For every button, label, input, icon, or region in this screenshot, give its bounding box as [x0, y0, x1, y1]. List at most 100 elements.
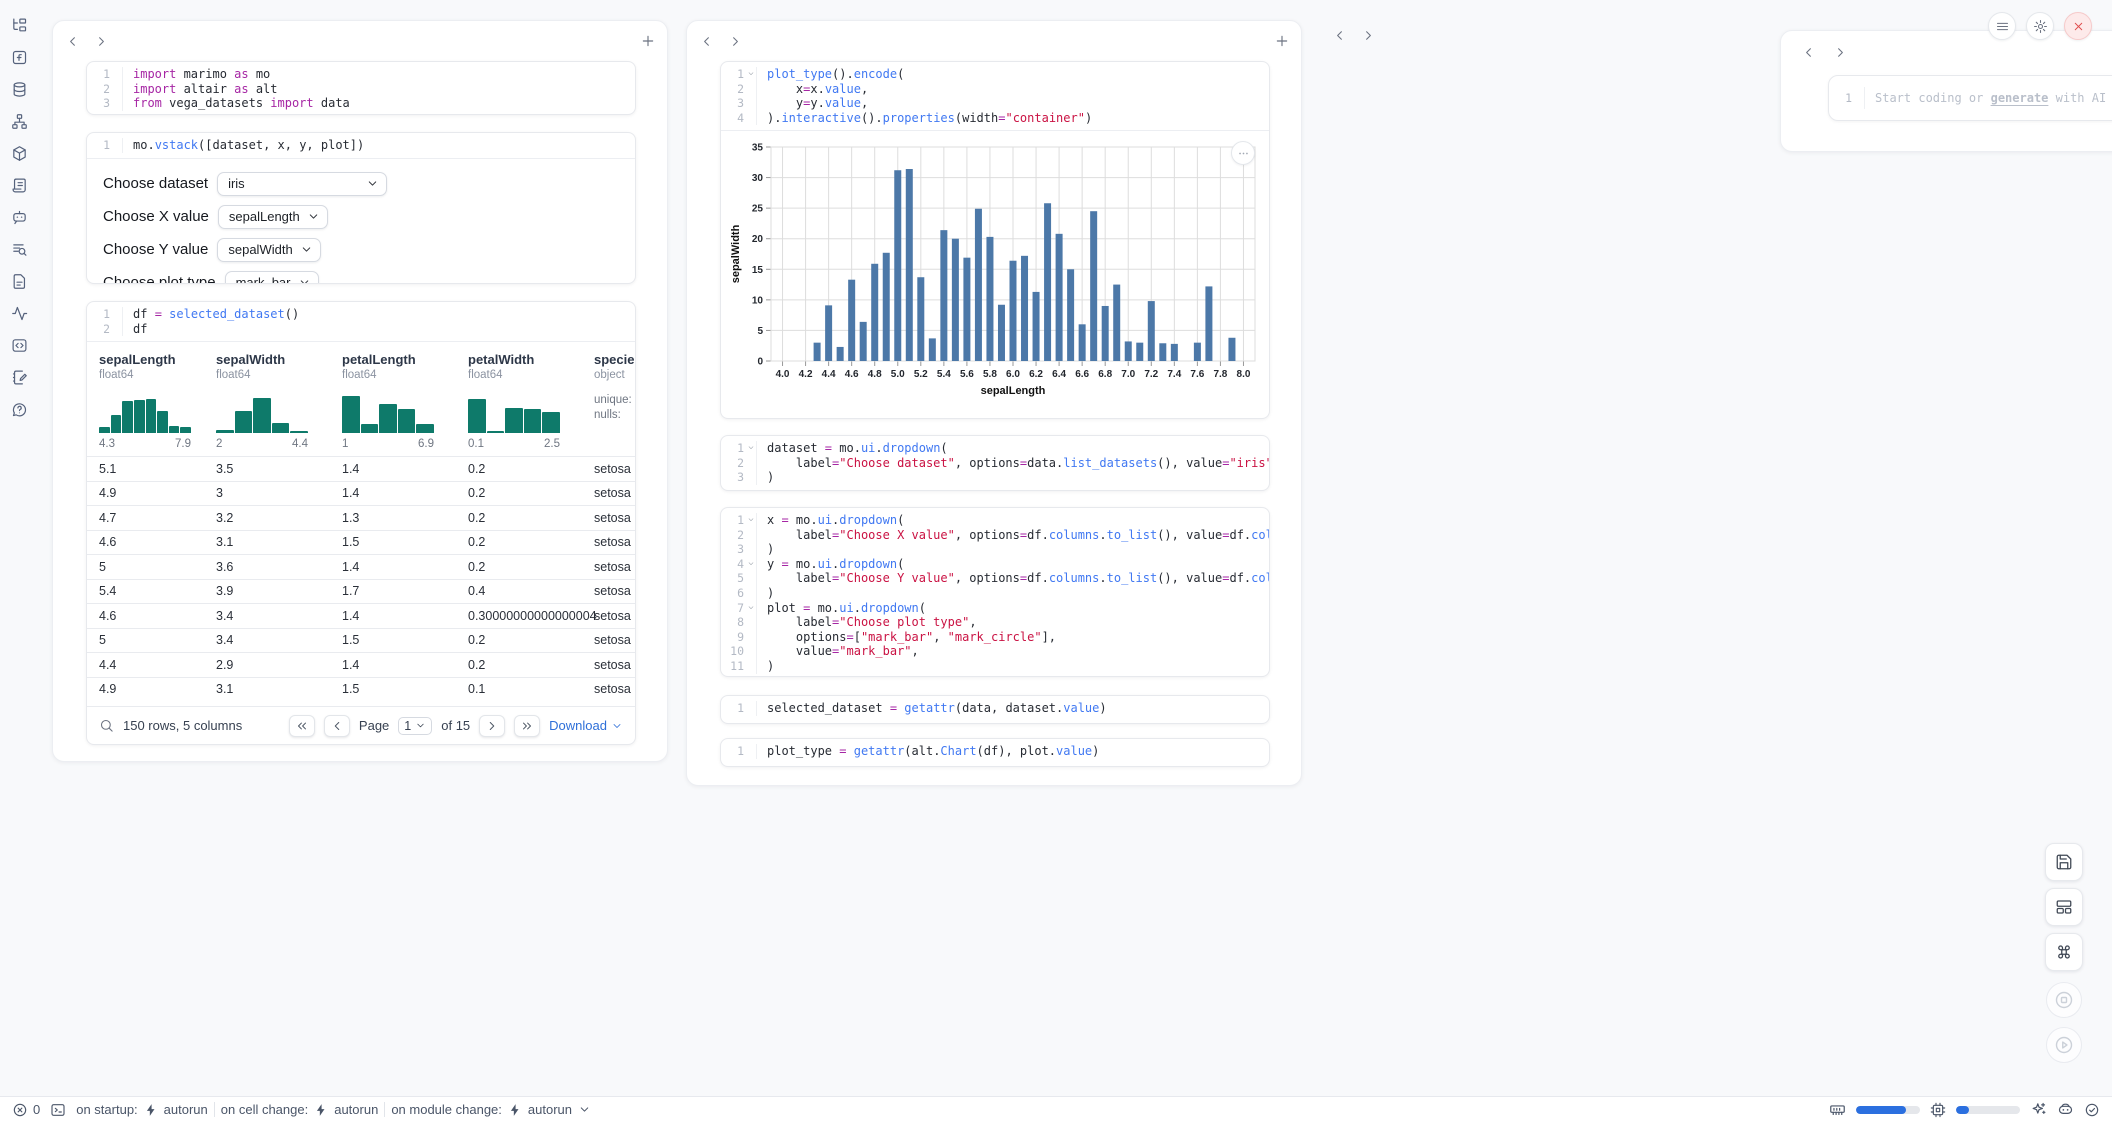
last-page-button[interactable] — [514, 715, 540, 737]
column-2-prev-button[interactable] — [695, 30, 717, 52]
sidebar-item-script[interactable] — [6, 172, 33, 199]
table-column-header[interactable]: sepalLengthfloat644.37.9 — [99, 352, 216, 450]
notebook-cell-plot: 1plot_type().encode(2 x=x.value,3 y=y.va… — [720, 61, 1270, 419]
save-notebook-button[interactable] — [2045, 843, 2083, 881]
table-row[interactable]: 4.63.11.50.2setosa — [87, 530, 635, 555]
collapse-chevron-icon[interactable] — [747, 67, 755, 82]
notebook-menu-button[interactable] — [1988, 12, 2016, 40]
document-icon — [11, 273, 28, 290]
code-editor[interactable]: 1mo.vstack([dataset, x, y, plot]) — [87, 133, 635, 158]
table-column-header[interactable]: petalLengthfloat6416.9 — [342, 352, 468, 450]
empty-cell-editor[interactable]: 1 Start coding or generate with AI — [1828, 75, 2112, 121]
dropdown-choose-y-value[interactable]: sepalWidth — [217, 238, 320, 262]
stop-execution-button[interactable] — [2046, 982, 2082, 1018]
table-row[interactable]: 4.42.91.40.2setosa — [87, 652, 635, 677]
memory-icon — [1829, 1101, 1846, 1118]
table-row[interactable]: 4.73.21.30.2setosa — [87, 505, 635, 530]
collapse-chevron-icon[interactable] — [747, 557, 755, 572]
code-line: 2 label="Choose X value", options=df.col… — [721, 528, 1269, 543]
sidebar-item-database[interactable] — [6, 76, 33, 103]
table-column-header[interactable]: speciesobjectunique:nulls: — [594, 352, 635, 450]
runtime-item-on-startup-[interactable]: on startup:autorun — [76, 1102, 208, 1117]
code-editor[interactable]: 1selected_dataset = getattr(data, datase… — [721, 696, 1269, 721]
runtime-item-on-module-change-[interactable]: on module change:autorun — [391, 1102, 591, 1117]
terminal-icon — [50, 1102, 66, 1118]
sidebar-item-package[interactable] — [6, 140, 33, 167]
scratchpad-prev-button[interactable] — [1797, 41, 1819, 63]
dropdown-choose-x-value[interactable]: sepalLength — [218, 205, 328, 229]
connection-status-button[interactable] — [2084, 1102, 2100, 1118]
code-editor[interactable]: 1dataset = mo.ui.dropdown(2 label="Choos… — [721, 436, 1269, 490]
column-2-add-cell-button[interactable] — [1271, 30, 1293, 52]
previous-page-button[interactable] — [324, 715, 350, 737]
sidebar-item-dependency-graph[interactable] — [6, 108, 33, 135]
table-row[interactable]: 5.43.91.70.4setosa — [87, 579, 635, 604]
terminal-button[interactable] — [50, 1102, 66, 1118]
runtime-label: on startup: — [76, 1102, 137, 1117]
keyboard-shortcuts-button[interactable] — [2045, 933, 2083, 971]
table-column-header[interactable]: petalWidthfloat640.12.5 — [468, 352, 594, 450]
sidebar-item-scratchpad-edit[interactable] — [6, 364, 33, 391]
layout-select-button[interactable] — [2045, 888, 2083, 926]
table-cell: setosa — [594, 682, 635, 696]
scratchpad-next-button[interactable] — [1829, 41, 1851, 63]
page-number-select[interactable]: 1 — [398, 717, 432, 735]
table-column-header[interactable]: sepalWidthfloat6424.4 — [216, 352, 342, 450]
error-indicator[interactable]: 0 — [12, 1102, 40, 1118]
download-button[interactable]: Download — [549, 718, 623, 733]
control-label-choose-x-value: Choose X value — [103, 208, 209, 225]
collapse-chevron-icon[interactable] — [747, 441, 755, 456]
line-number: 3 — [721, 542, 757, 557]
sidebar-item-code-snippets[interactable] — [6, 332, 33, 359]
code-editor[interactable]: 1plot_type().encode(2 x=x.value,3 y=y.va… — [721, 62, 1269, 130]
sidebar-item-file-tree[interactable] — [6, 12, 33, 39]
code-line: 3from vega_datasets import data — [87, 96, 635, 111]
table-row[interactable]: 4.93.11.50.1setosa — [87, 677, 635, 702]
table-search-button[interactable] — [99, 718, 114, 733]
column-1-prev-button[interactable] — [61, 30, 83, 52]
line-number: 2 — [87, 82, 123, 97]
sidebar-item-chat-bot[interactable] — [6, 204, 33, 231]
sidebar-item-help[interactable] — [6, 396, 33, 423]
table-row[interactable]: 53.61.40.2setosa — [87, 554, 635, 579]
dropdown-choose-dataset[interactable]: iris — [217, 172, 387, 196]
code-editor[interactable]: 1x = mo.ui.dropdown(2 label="Choose X va… — [721, 508, 1269, 677]
code-editor[interactable]: 1df = selected_dataset()2df — [87, 302, 635, 341]
sidebar-item-activity[interactable] — [6, 300, 33, 327]
code-editor[interactable]: 1import marimo as mo2import altair as al… — [87, 62, 635, 115]
run-all-button[interactable] — [2046, 1027, 2082, 1063]
dropdown-choose-plot-type[interactable]: mark_bar — [225, 271, 319, 284]
code-editor[interactable]: 1plot_type = getattr(alt.Chart(df), plot… — [721, 739, 1269, 764]
sidebar-item-function-square[interactable] — [6, 44, 33, 71]
collapse-chevron-icon[interactable] — [747, 513, 755, 528]
column-dtype: float64 — [468, 369, 594, 381]
collapse-chevron-icon[interactable] — [747, 601, 755, 616]
column-2-next-button[interactable] — [724, 30, 746, 52]
table-row[interactable]: 53.41.50.2setosa — [87, 628, 635, 653]
next-page-button[interactable] — [479, 715, 505, 737]
first-page-button[interactable] — [289, 715, 315, 737]
runtime-item-on-cell-change-[interactable]: on cell change:autorun — [221, 1102, 379, 1117]
sidebar-item-search-logs[interactable] — [6, 236, 33, 263]
notebook-cell-imports: 1import marimo as mo2import altair as al… — [86, 61, 636, 115]
code-line: 1x = mo.ui.dropdown( — [721, 513, 1269, 528]
column-1-next-button[interactable] — [90, 30, 112, 52]
page-count-label: of 15 — [441, 718, 470, 733]
ai-assistant-button[interactable] — [2030, 1101, 2047, 1118]
code-line: 5 label="Choose Y value", options=df.col… — [721, 571, 1269, 586]
table-row[interactable]: 4.63.41.40.30000000000000004setosa — [87, 603, 635, 628]
sidebar-item-document[interactable] — [6, 268, 33, 295]
range-max: 7.9 — [175, 438, 191, 450]
settings-button[interactable] — [2026, 12, 2054, 40]
table-row[interactable]: 4.931.40.2setosa — [87, 481, 635, 506]
copilot-status-button[interactable] — [2057, 1101, 2074, 1118]
column-1-add-cell-button[interactable] — [637, 30, 659, 52]
dataframe-table: sepalLengthfloat644.37.9sepalWidthfloat6… — [87, 341, 635, 744]
chevron-down-icon — [298, 276, 311, 284]
column-3-prev-button[interactable] — [1328, 24, 1350, 46]
generate-with-ai-link[interactable]: generate — [1991, 91, 2049, 105]
shutdown-button[interactable] — [2064, 12, 2092, 40]
column-3-next-button[interactable] — [1357, 24, 1379, 46]
table-row[interactable]: 5.13.51.40.2setosa — [87, 456, 635, 481]
range-min: 2 — [216, 438, 222, 450]
